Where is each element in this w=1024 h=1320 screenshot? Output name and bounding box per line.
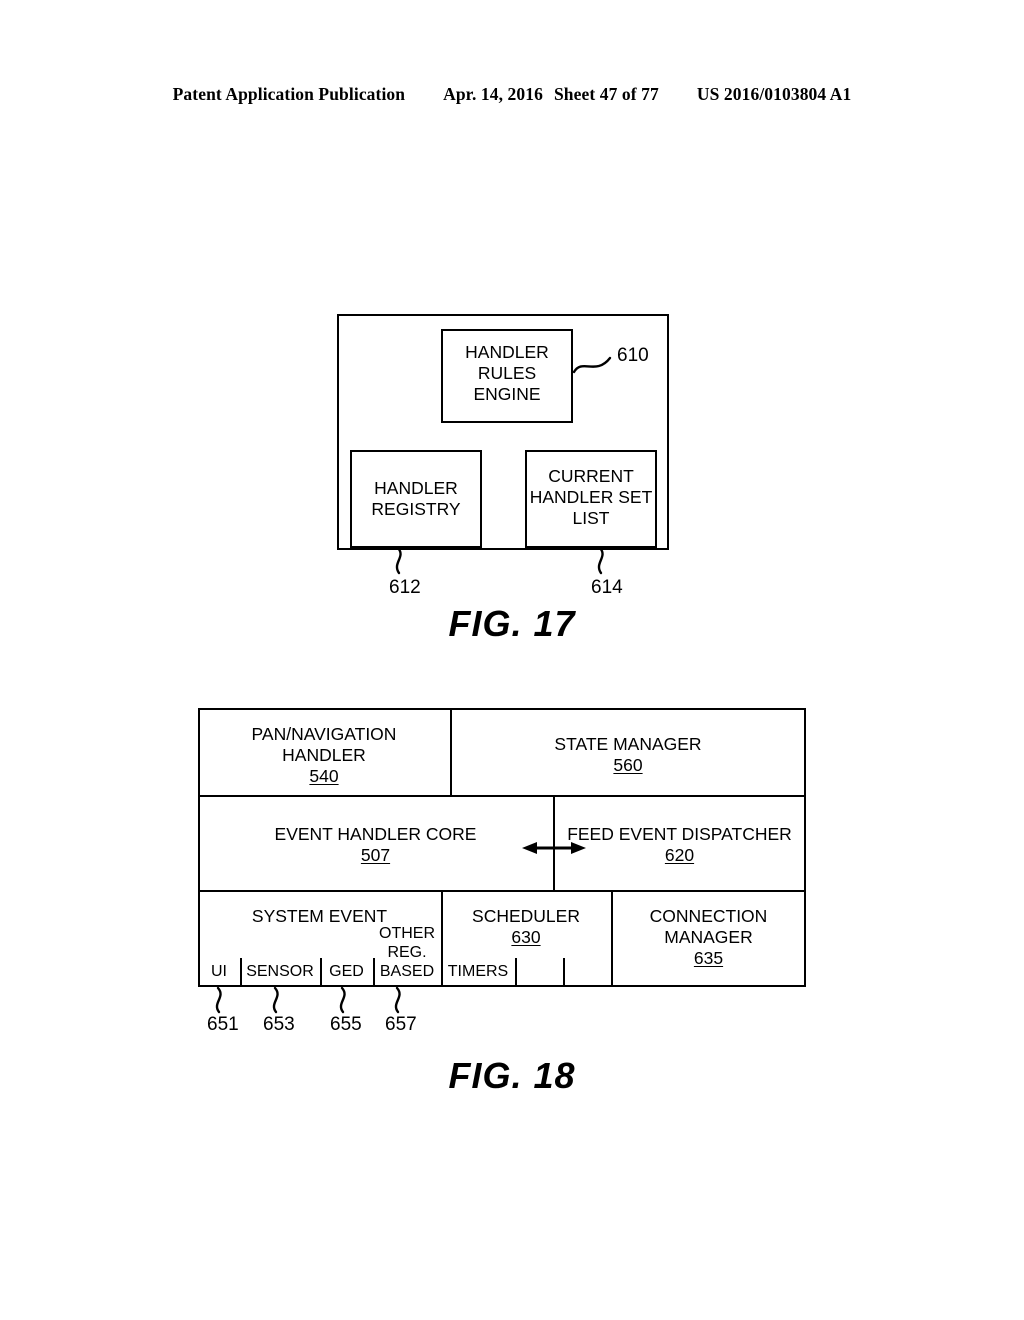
system-event-subcell-other-reg-based-label: OTHER REG. BASED bbox=[373, 924, 441, 981]
connection-manager-title-line1: CONNECTION bbox=[649, 906, 768, 926]
event-handler-core-ref: 507 bbox=[360, 845, 391, 865]
reference-numeral-612: 612 bbox=[389, 577, 421, 598]
feed-event-dispatcher-title: FEED EVENT DISPATCHER bbox=[567, 824, 792, 844]
scheduler-title: SCHEDULER bbox=[472, 906, 580, 926]
pan-navigation-handler-title-line1: PAN/NAVIGATION bbox=[251, 724, 397, 744]
scheduler-subcell-timers-label: TIMERS bbox=[447, 963, 509, 980]
leader-line-612 bbox=[395, 546, 402, 575]
pan-navigation-handler-label: PAN/NAVIGATION HANDLER 540 bbox=[198, 724, 450, 787]
handler-registry-label: HANDLER REGISTRY bbox=[350, 478, 482, 520]
reference-numeral-653: 653 bbox=[263, 1014, 295, 1035]
other-reg-based-line2: REG. bbox=[387, 944, 427, 961]
handler-rules-engine-line-2: RULES bbox=[477, 363, 537, 383]
fig18-caption: FIG. 18 bbox=[448, 1055, 576, 1096]
reference-numeral-614: 614 bbox=[591, 577, 623, 598]
leader-line-657 bbox=[394, 986, 401, 1014]
state-manager-ref: 560 bbox=[613, 755, 643, 775]
event-handler-core-title: EVENT HANDLER CORE bbox=[274, 824, 477, 844]
other-reg-based-line1: OTHER bbox=[379, 925, 435, 942]
handler-registry-line-2: REGISTRY bbox=[371, 499, 461, 519]
system-event-subcell-ui-label: UI bbox=[211, 963, 227, 980]
reference-numeral-651: 651 bbox=[207, 1014, 239, 1035]
scheduler-subdivider-2 bbox=[563, 958, 565, 987]
scheduler-ref: 630 bbox=[511, 927, 541, 947]
pan-navigation-handler-ref: 540 bbox=[309, 766, 339, 786]
current-handler-set-list-line-2: HANDLER SET bbox=[529, 487, 653, 507]
connection-manager-label: CONNECTION MANAGER 635 bbox=[611, 906, 806, 969]
header-sheet-label: Sheet 47 of 77 bbox=[553, 84, 659, 104]
handler-rules-engine-label: HANDLER RULES ENGINE bbox=[441, 342, 573, 405]
handler-rules-engine-line-3: ENGINE bbox=[473, 384, 541, 404]
connection-manager-ref: 635 bbox=[693, 948, 724, 968]
handler-rules-engine-line-1: HANDLER bbox=[465, 342, 549, 362]
page-header: Patent Application Publication Apr. 14, 2… bbox=[0, 84, 1024, 105]
event-handler-core-label: EVENT HANDLER CORE 507 bbox=[198, 824, 553, 866]
current-handler-set-list-line-1: CURRENT bbox=[548, 466, 634, 486]
feed-event-dispatcher-label: FEED EVENT DISPATCHER 620 bbox=[553, 824, 806, 866]
connection-manager-title-line2: MANAGER bbox=[664, 927, 753, 947]
reference-numeral-610: 610 bbox=[617, 345, 649, 366]
current-handler-set-list-label: CURRENT HANDLER SET LIST bbox=[525, 466, 657, 529]
header-doc-number-label: US 2016/0103804 A1 bbox=[696, 84, 852, 104]
figure-leader-lines-overlay bbox=[215, 356, 612, 1014]
header-publication-label: Patent Application Publication bbox=[172, 84, 406, 104]
state-manager-label: STATE MANAGER 560 bbox=[450, 734, 806, 776]
current-handler-set-list-line-3: LIST bbox=[572, 508, 610, 528]
state-manager-title: STATE MANAGER bbox=[554, 734, 702, 754]
leader-line-655 bbox=[339, 986, 346, 1014]
system-event-subcell-ged-label: GED bbox=[329, 963, 364, 980]
pan-navigation-handler-title-line2: HANDLER bbox=[282, 745, 366, 765]
other-reg-based-line3: BASED bbox=[379, 963, 435, 980]
reference-numeral-657: 657 bbox=[385, 1014, 417, 1035]
fig17-caption: FIG. 17 bbox=[448, 603, 576, 644]
leader-line-651 bbox=[215, 986, 222, 1014]
leader-line-653 bbox=[272, 986, 279, 1014]
header-date-label: Apr. 14, 2016 bbox=[443, 84, 543, 104]
system-event-subcell-sensor-label: SENSOR bbox=[246, 963, 314, 980]
feed-event-dispatcher-ref: 620 bbox=[664, 845, 695, 865]
handler-registry-line-1: HANDLER bbox=[374, 478, 458, 498]
reference-numeral-655: 655 bbox=[330, 1014, 362, 1035]
scheduler-subdivider-1 bbox=[515, 958, 517, 987]
scheduler-label: SCHEDULER 630 bbox=[441, 906, 611, 948]
leader-line-614 bbox=[597, 546, 604, 575]
